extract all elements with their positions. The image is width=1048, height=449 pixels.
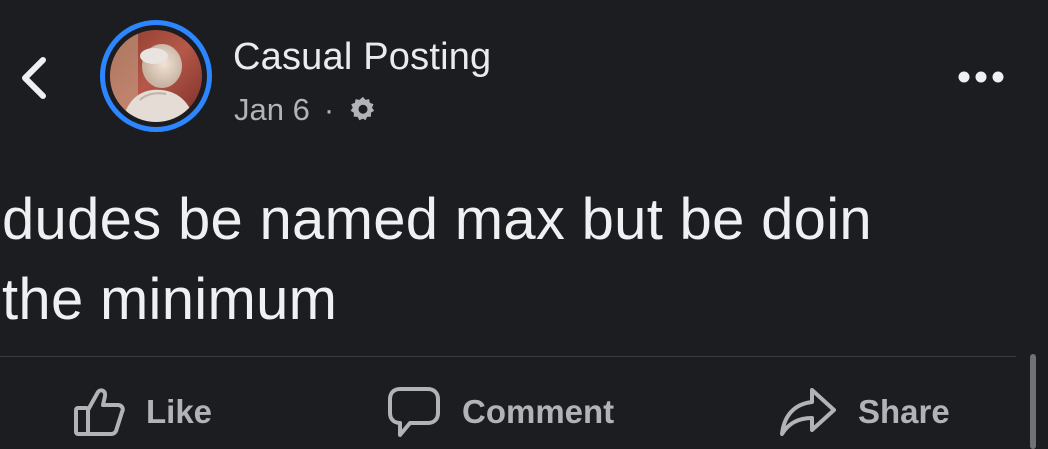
chevron-left-icon [22, 57, 46, 99]
post-text-line: dudes be named max but be doin [2, 187, 872, 252]
actions-divider [0, 356, 1016, 357]
share-arrow-icon [780, 388, 836, 436]
more-horizontal-icon [958, 71, 1004, 83]
back-button[interactable] [14, 54, 54, 102]
post-view: Casual Posting Jan 6 · dudes be named ma… [0, 0, 1048, 449]
thumbs-up-icon [74, 388, 125, 436]
like-label: Like [146, 393, 213, 430]
more-options-button[interactable] [952, 62, 1010, 92]
meta-separator: · [323, 92, 335, 127]
avatar-image [110, 30, 202, 122]
post-meta: Jan 6 · [234, 92, 378, 128]
author-avatar[interactable] [100, 20, 212, 132]
like-button[interactable]: Like [72, 380, 212, 444]
scrollbar-thumb[interactable] [1030, 354, 1036, 449]
share-button[interactable]: Share [778, 380, 950, 444]
author-name[interactable]: Casual Posting [233, 36, 491, 79]
post-text-line: the minimum [2, 267, 338, 332]
post-date[interactable]: Jan 6 [234, 92, 310, 128]
comment-label: Comment [462, 393, 615, 430]
share-label: Share [858, 393, 950, 430]
post-body: dudes be named max but be doin the minim… [2, 180, 1002, 340]
speech-bubble-icon [388, 387, 440, 437]
comment-button[interactable]: Comment [386, 380, 614, 444]
gear-icon[interactable] [348, 95, 378, 125]
